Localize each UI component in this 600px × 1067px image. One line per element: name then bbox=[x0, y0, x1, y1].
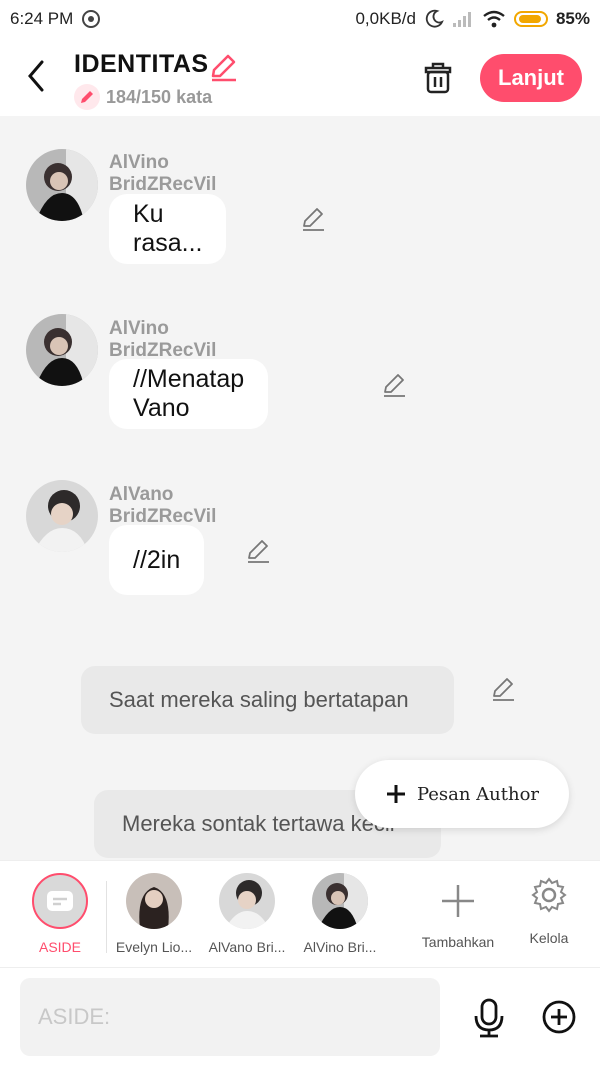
input-bar bbox=[0, 968, 600, 1067]
word-count-text: 184/150 kata bbox=[106, 86, 213, 107]
avatar bbox=[312, 873, 368, 929]
message-input[interactable] bbox=[20, 978, 440, 1056]
edit-icon[interactable] bbox=[245, 538, 271, 564]
moon-icon bbox=[425, 9, 444, 28]
avatar[interactable] bbox=[26, 480, 98, 552]
narration-bubble[interactable]: Saat mereka saling bertatapan bbox=[81, 666, 454, 734]
avatar[interactable] bbox=[26, 149, 98, 221]
author-message-label: Pesan Author bbox=[416, 783, 540, 805]
edit-icon[interactable] bbox=[381, 372, 407, 398]
next-button[interactable]: Lanjut bbox=[480, 54, 582, 102]
trash-icon[interactable] bbox=[420, 60, 456, 96]
sender-name: AlVino BridZRecVil bbox=[109, 152, 217, 195]
character-label: Tambahkan bbox=[421, 934, 495, 950]
character-alvano[interactable]: AlVano Bri... bbox=[202, 873, 292, 955]
character-label: Evelyn Lio... bbox=[115, 939, 193, 955]
gear-icon bbox=[531, 877, 567, 913]
character-alvino[interactable]: AlVino Bri... bbox=[295, 873, 385, 955]
add-character-button[interactable]: Tambahkan bbox=[413, 873, 503, 950]
page-title[interactable]: IDENTITAS bbox=[74, 50, 209, 79]
battery-icon bbox=[513, 11, 548, 27]
avatar bbox=[219, 873, 275, 929]
battery-percent: 85% bbox=[555, 9, 590, 28]
word-count: 184/150 kata bbox=[74, 84, 212, 110]
manage-button[interactable]: Kelola bbox=[504, 873, 594, 946]
character-evelyn[interactable]: Evelyn Lio... bbox=[109, 873, 199, 955]
back-button[interactable] bbox=[22, 58, 52, 94]
status-bar: 6:24 PM 0,0KB/d 85% bbox=[0, 0, 600, 38]
character-label: AlVino Bri... bbox=[303, 939, 377, 955]
microphone-icon[interactable] bbox=[472, 998, 506, 1038]
pencil-icon bbox=[74, 84, 100, 110]
aside-avatar bbox=[32, 873, 88, 929]
avatar bbox=[126, 873, 182, 929]
character-aside[interactable]: ASIDE bbox=[15, 873, 105, 955]
plus-icon bbox=[386, 785, 405, 803]
sender-name: AlVano BridZRecVil bbox=[109, 484, 217, 527]
message-bubble[interactable]: //Menatap Vano bbox=[109, 359, 269, 429]
message-bubble[interactable]: //2in bbox=[109, 525, 205, 595]
divider bbox=[106, 881, 107, 953]
notification-icon bbox=[82, 10, 101, 28]
plus-icon bbox=[442, 885, 474, 917]
status-time: 6:24 PM bbox=[10, 9, 74, 28]
edit-title-icon[interactable] bbox=[208, 52, 238, 82]
author-message-button[interactable]: Pesan Author bbox=[355, 760, 569, 828]
sender-name: AlVino BridZRecVil bbox=[109, 318, 217, 361]
chat-bubble-icon bbox=[47, 891, 73, 911]
character-bar: ASIDE Evelyn Lio... AlVano Bri... AlVino… bbox=[0, 860, 600, 968]
back-arrow-icon bbox=[28, 60, 44, 92]
top-header: IDENTITAS 184/150 kata Lanjut bbox=[0, 38, 600, 116]
edit-icon[interactable] bbox=[300, 206, 326, 232]
network-speed: 0,0KB/d bbox=[355, 9, 416, 28]
character-label: AlVano Bri... bbox=[208, 939, 286, 955]
character-label: Kelola bbox=[529, 930, 569, 946]
avatar[interactable] bbox=[26, 314, 98, 386]
signal-icon bbox=[452, 12, 471, 27]
wifi-icon bbox=[483, 10, 505, 28]
character-label: ASIDE bbox=[38, 939, 81, 955]
edit-icon[interactable] bbox=[490, 676, 516, 702]
add-circle-icon[interactable] bbox=[541, 999, 577, 1035]
message-bubble[interactable]: Ku rasa... bbox=[109, 194, 227, 264]
